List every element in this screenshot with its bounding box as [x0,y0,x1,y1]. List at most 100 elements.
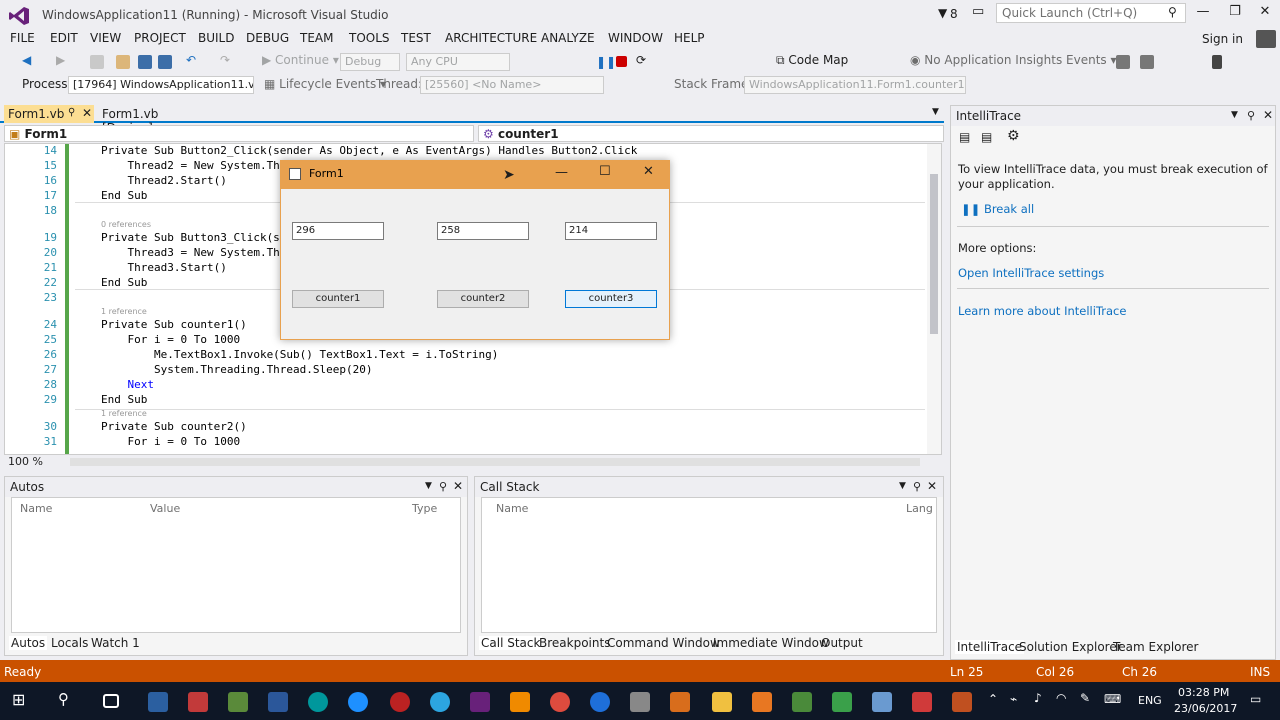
zoom-level[interactable]: 100 % [8,455,43,468]
vlc-app-icon[interactable] [510,692,530,712]
app-icon-3[interactable] [228,692,248,712]
form-minimize-button[interactable]: — [555,165,568,180]
counter2-button[interactable]: counter2 [437,290,529,308]
calculator-app-icon[interactable] [148,692,168,712]
back-icon[interactable]: ◀ [22,53,31,70]
menu-test[interactable]: TEST [401,31,431,45]
pin-icon[interactable]: ⚲ [68,107,75,118]
tab-breakpoints[interactable]: Breakpoints [539,636,610,650]
member-select[interactable]: ⚙ counter1 [478,125,944,142]
tab-output[interactable]: Output [821,636,863,650]
col-name[interactable]: Name [496,502,528,515]
app-icon-13[interactable] [590,692,610,712]
volume-icon[interactable]: ♪ [1034,691,1042,705]
save-icon[interactable] [138,55,152,69]
visual-studio-app-icon[interactable] [470,692,490,712]
textbox2[interactable]: 258 [437,222,529,240]
search-icon[interactable]: ⚲ [58,690,78,710]
app-icon-18[interactable] [792,692,812,712]
bookmark-icon[interactable] [1212,55,1222,69]
account-icon[interactable] [1256,30,1276,48]
config-select[interactable]: Debug [340,53,400,71]
app-icon-21[interactable] [912,692,932,712]
class-select[interactable]: ▣ Form1 [4,125,474,142]
continue-button[interactable]: ▶ Continue ▾ [262,53,339,70]
word-app-icon[interactable] [268,692,288,712]
undo-icon[interactable]: ↶ [186,53,196,70]
close-icon[interactable]: ✕ [927,479,937,493]
settings-icon[interactable]: ⚙ [1007,128,1020,144]
clock-date[interactable]: 23/06/2017 [1174,702,1237,715]
tab-intellitrace[interactable]: IntelliTrace [955,640,1025,654]
close-tab-icon[interactable]: ✕ [82,106,92,120]
menu-project[interactable]: PROJECT [134,31,186,45]
break-all-link[interactable]: ❚❚ Break all [961,202,1034,216]
pin-icon[interactable]: ⚲ [439,480,447,493]
events-view-icon[interactable]: ▤ [959,130,970,144]
toolbar-icon-b[interactable] [1140,55,1154,69]
windows-start-icon[interactable]: ⊞ [12,690,32,710]
menu-edit[interactable]: EDIT [50,31,78,45]
form-close-button[interactable]: ✕ [643,164,654,179]
close-icon[interactable]: ✕ [453,479,463,493]
restart-icon[interactable]: ⟳ [636,53,646,70]
app-icon-17[interactable] [752,692,772,712]
codelens-refs[interactable]: 1 reference [101,409,147,418]
horizontal-scrollbar[interactable] [70,458,920,466]
menu-build[interactable]: BUILD [198,31,234,45]
network-icon[interactable]: ⌁ [1010,692,1017,706]
tab-command-window[interactable]: Command Window [607,636,720,650]
pen-icon[interactable]: ✎ [1080,691,1090,705]
codelens-refs[interactable]: 0 references [101,220,151,229]
chrome-app-icon[interactable] [550,692,570,712]
menu-team[interactable]: TEAM [300,31,333,45]
new-project-icon[interactable] [90,55,104,69]
app-icon-8[interactable] [390,692,410,712]
tab-form1-design[interactable]: Form1.vb [Design] [98,105,208,135]
learn-more-link[interactable]: Learn more about IntelliTrace [958,304,1126,318]
textbox3[interactable]: 214 [565,222,657,240]
col-lang[interactable]: Lang [906,502,933,515]
notification-count[interactable]: 8 [950,7,958,21]
tab-watch1[interactable]: Watch 1 [91,636,140,650]
task-view-icon[interactable] [103,694,119,708]
codelens-refs[interactable]: 1 reference [101,307,147,316]
textbox1[interactable]: 296 [292,222,384,240]
tray-chevron-icon[interactable]: ⌃ [988,692,998,706]
code-map-button[interactable]: ⧉ Code Map [776,53,848,70]
scroll-thumb[interactable] [930,174,938,334]
menu-architecture[interactable]: ARCHITECTURE [445,31,537,45]
forward-icon[interactable]: ▶ [56,53,65,70]
telegram-app-icon[interactable] [430,692,450,712]
intellitrace-settings-link[interactable]: Open IntelliTrace settings [958,266,1104,280]
tab-locals[interactable]: Locals [51,636,88,650]
tab-immediate-window[interactable]: Immediate Window [713,636,829,650]
feedback-icon[interactable]: ▭ [972,4,984,19]
close-icon[interactable]: ✕ [1263,108,1273,122]
dropdown-icon[interactable]: ▼ [899,481,906,491]
app-insights-button[interactable]: ◉ No Application Insights Events ▾ [910,53,1117,70]
menu-debug[interactable]: DEBUG [246,31,289,45]
menu-analyze[interactable]: ANALYZE [541,31,595,45]
app-icon-15[interactable] [670,692,690,712]
thread-select[interactable]: [25560] <No Name> [420,76,604,94]
menu-tools[interactable]: TOOLS [349,31,390,45]
file-explorer-icon[interactable] [712,692,732,712]
app-icon-22[interactable] [952,692,972,712]
dropdown-icon[interactable]: ▼ [425,481,432,491]
tab-overflow-icon[interactable]: ▼ [932,107,939,117]
maximize-button[interactable]: ❐ [1220,4,1250,24]
redo-icon[interactable]: ↷ [220,53,230,70]
app-icon-19[interactable] [832,692,852,712]
menu-window[interactable]: WINDOW [608,31,663,45]
language-indicator[interactable]: ENG [1138,694,1162,707]
autos-grid[interactable]: Name Value Type [11,497,461,633]
form1-titlebar[interactable]: Form1 — ☐ ✕ [281,161,669,189]
minimize-button[interactable]: — [1188,4,1218,24]
pin-icon[interactable]: ⚲ [913,480,921,493]
arduino-app-icon[interactable] [308,692,328,712]
tab-call-stack[interactable]: Call Stack [479,636,543,650]
form-maximize-button[interactable]: ☐ [599,164,611,179]
app-icon-14[interactable] [630,692,650,712]
lifecycle-events-button[interactable]: ▦ Lifecycle Events ▾ [264,77,386,94]
